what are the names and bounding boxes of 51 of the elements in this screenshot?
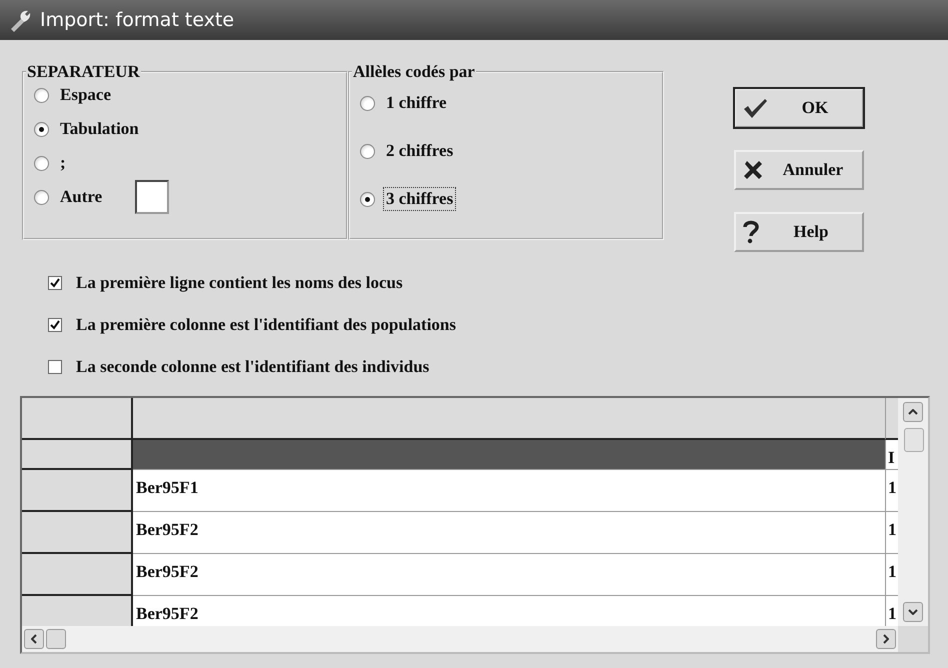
radio-button[interactable] [360, 144, 375, 158]
table-cell: 1 [885, 470, 898, 512]
table-cell: 1 [885, 596, 898, 626]
row-header-cell[interactable] [22, 470, 133, 512]
ok-button[interactable]: OK [734, 88, 864, 128]
cancel-button[interactable]: Annuler [734, 150, 864, 190]
scroll-down-icon[interactable] [903, 602, 923, 622]
radio-button[interactable] [34, 156, 49, 170]
table-cell: 1 [885, 512, 898, 554]
close-icon [742, 159, 764, 181]
radio-label[interactable]: Espace [57, 83, 114, 107]
scroll-up-icon[interactable] [903, 402, 923, 422]
radio-button[interactable] [360, 192, 375, 206]
scroll-thumb[interactable] [46, 629, 66, 649]
checkbox[interactable] [48, 318, 62, 332]
question-mark-icon [742, 220, 760, 244]
checkbox[interactable] [48, 360, 62, 374]
input-field[interactable] [135, 180, 170, 214]
group-title: SEPARATEUR [26, 62, 141, 82]
horizontal-scrollbar[interactable] [22, 626, 898, 652]
scroll-left-icon[interactable] [24, 629, 44, 649]
checkbox-label[interactable]: La première ligne contient les noms des locus [76, 273, 403, 293]
table-cell: 1 [885, 554, 898, 596]
radio-label[interactable]: 3 chiffres [383, 187, 456, 211]
row-header-cell[interactable] [22, 554, 133, 596]
vertical-scrollbar[interactable] [898, 398, 928, 626]
radio-button[interactable] [34, 122, 49, 136]
scroll-thumb[interactable] [904, 428, 924, 452]
table-cell: Ber95F2 [133, 596, 885, 626]
radio-button[interactable] [360, 96, 375, 110]
table-cell: Ber95F2 [133, 554, 885, 596]
radio-label[interactable]: 1 chiffre [383, 91, 450, 115]
radio-button[interactable] [34, 88, 49, 102]
radio-label[interactable]: Tabulation [57, 117, 142, 141]
row-header-cell[interactable] [22, 512, 133, 554]
checkbox-label[interactable]: La seconde colonne est l'identifiant des individus [76, 357, 430, 377]
table-cell: Ber95F1 [133, 470, 885, 512]
radio-label[interactable]: Autre [57, 185, 106, 209]
table-cell: I [885, 440, 898, 470]
window-title: Import: format texte [40, 9, 234, 31]
checkmark-icon [742, 97, 768, 119]
checkbox-label[interactable]: La première colonne est l'identifiant des populations [76, 315, 456, 335]
group-title: Allèles codés par [352, 62, 476, 82]
radio-label[interactable]: ; [57, 151, 69, 175]
row-header-cell[interactable] [22, 440, 133, 470]
table-cell: Ber95F2 [133, 512, 885, 554]
help-button[interactable]: Help [734, 212, 864, 252]
radio-label[interactable]: 2 chiffres [383, 139, 456, 163]
radio-button[interactable] [34, 190, 49, 204]
checkbox[interactable] [48, 276, 62, 290]
scroll-right-icon[interactable] [876, 629, 896, 649]
